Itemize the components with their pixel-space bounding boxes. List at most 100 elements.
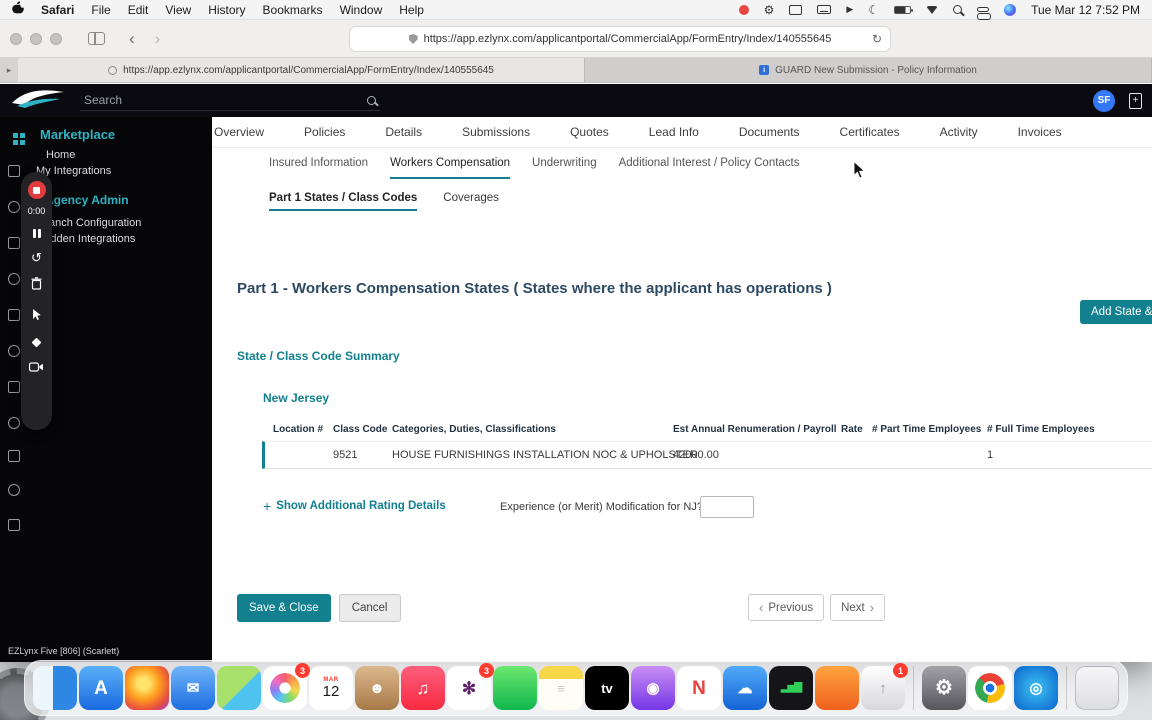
dock-app-store[interactable]: A [79, 666, 123, 710]
dock-calendar[interactable]: MAR 12 [309, 666, 353, 710]
browser-tab-active[interactable]: https://app.ezlynx.com/applicantportal/C… [18, 58, 585, 82]
dock-slack[interactable]: ✻ 3 [447, 663, 494, 710]
dock-photos[interactable]: 3 [263, 663, 310, 710]
search-icon[interactable] [367, 95, 376, 105]
menu-history[interactable]: History [208, 3, 245, 17]
browser-tab-guard[interactable]: i GUARD New Submission - Policy Informat… [585, 58, 1152, 82]
tab-overview-icon[interactable]: ▸ [0, 58, 18, 82]
menu-window[interactable]: Window [340, 3, 383, 17]
siri-icon[interactable] [1004, 3, 1017, 16]
apple-menu[interactable] [12, 1, 25, 18]
tab-additional-interest[interactable]: Additional Interest / Policy Contacts [619, 148, 800, 179]
nav-tab-documents[interactable]: Documents [739, 125, 800, 139]
search-input[interactable] [84, 93, 334, 107]
pause-recording-button[interactable] [32, 229, 41, 238]
nav-tab-quotes[interactable]: Quotes [570, 125, 609, 139]
forward-button[interactable]: › [155, 30, 161, 47]
sidebar-rail-icon[interactable] [8, 273, 20, 285]
menu-bookmarks[interactable]: Bookmarks [263, 3, 323, 17]
experience-mod-input[interactable] [700, 496, 754, 518]
delete-recording-button[interactable] [31, 277, 42, 295]
sidebar-rail-icon[interactable] [8, 381, 20, 393]
add-state-class-code-button[interactable]: Add State & C [1080, 300, 1152, 324]
nav-tab-certificates[interactable]: Certificates [840, 125, 900, 139]
camera-button[interactable] [28, 359, 44, 377]
menubar-clock[interactable]: Tue Mar 12 7:52 PM [1031, 3, 1140, 17]
nav-tab-policies[interactable]: Policies [304, 125, 345, 139]
recording-indicator-icon[interactable] [738, 4, 749, 15]
url-field[interactable]: https://app.ezlynx.com/applicantportal/C… [350, 27, 890, 51]
sidebar-item-agency-admin[interactable]: Agency Admin [45, 193, 129, 207]
tab-coverages[interactable]: Coverages [443, 192, 499, 211]
menu-file[interactable]: File [91, 3, 110, 17]
menu-view[interactable]: View [165, 3, 191, 17]
sidebar-rail-icon[interactable] [8, 309, 20, 321]
sidebar-item-branch-configuration[interactable]: Branch Configuration [38, 217, 141, 229]
wifi-icon[interactable] [926, 5, 939, 14]
nav-tab-submissions[interactable]: Submissions [462, 125, 530, 139]
sidebar-rail-icon[interactable] [8, 345, 20, 357]
dock-apple-tv[interactable]: tv [585, 666, 629, 710]
sidebar-rail-icon[interactable] [8, 165, 20, 177]
dock-safari[interactable]: ◎ [1014, 666, 1058, 710]
grid-icon[interactable] [8, 519, 20, 531]
dock-chrome[interactable] [968, 666, 1012, 710]
save-close-button[interactable]: Save & Close [237, 594, 331, 622]
dock-news[interactable]: N [677, 666, 721, 710]
dock-trash[interactable] [1075, 666, 1119, 710]
gear-status-icon[interactable]: ⚙ [764, 4, 775, 16]
sidebar-item-hidden-integrations[interactable]: Hidden Integrations [40, 233, 135, 245]
sidebar-rail-icon[interactable] [8, 417, 20, 429]
dock-mail[interactable]: ✉ [171, 666, 215, 710]
dock-books[interactable] [815, 666, 859, 710]
battery-icon[interactable] [894, 5, 914, 14]
dock-notes[interactable]: ≡ [539, 666, 583, 710]
sidebar-rail-icon[interactable] [8, 201, 20, 213]
tab-underwriting[interactable]: Underwriting [532, 148, 597, 179]
nav-tab-overview[interactable]: Overview [214, 125, 264, 139]
document-rail-icon[interactable] [8, 450, 20, 462]
sidebar-item-marketplace[interactable]: Marketplace [40, 127, 115, 142]
minimize-window-button[interactable] [30, 32, 42, 45]
close-window-button[interactable] [10, 32, 22, 45]
restart-recording-button[interactable]: ↺ [31, 251, 42, 264]
dock-music[interactable]: ♫ [401, 666, 445, 710]
sidebar-toggle-icon[interactable] [88, 32, 105, 45]
nav-tab-lead-info[interactable]: Lead Info [649, 125, 699, 139]
tab-workers-compensation[interactable]: Workers Compensation [390, 148, 511, 179]
tab-part1-states-class-codes[interactable]: Part 1 States / Class Codes [269, 192, 418, 211]
new-document-icon[interactable]: + [1129, 92, 1142, 109]
dock-contacts[interactable]: ☻ [355, 666, 399, 710]
nav-tab-invoices[interactable]: Invoices [1018, 125, 1062, 139]
nav-tab-details[interactable]: Details [385, 125, 422, 139]
focus-moon-icon[interactable]: ☾ [868, 3, 879, 17]
back-button[interactable]: ‹ [129, 30, 135, 47]
zoom-window-button[interactable] [50, 32, 62, 45]
dock-finder[interactable] [33, 666, 77, 710]
play-status-icon[interactable]: ▶ [846, 4, 853, 15]
display-status-icon[interactable] [789, 4, 803, 15]
next-button[interactable]: Next › [830, 594, 886, 621]
previous-button[interactable]: ‹ Previous [748, 594, 825, 621]
menu-safari[interactable]: Safari [41, 3, 74, 17]
dock-stocks[interactable]: ▂▅▇ [769, 666, 813, 710]
stop-recording-button[interactable] [27, 181, 46, 199]
sidebar-rail-icon[interactable] [8, 237, 20, 249]
user-avatar[interactable]: SF [1093, 89, 1115, 112]
keyboard-status-icon[interactable] [817, 5, 832, 14]
dock-maps[interactable] [217, 666, 261, 710]
dock-messages[interactable] [493, 666, 537, 710]
spotlight-search-icon[interactable] [953, 5, 963, 14]
nav-tab-activity[interactable]: Activity [940, 125, 978, 139]
tab-insured-information[interactable]: Insured Information [269, 148, 368, 179]
control-center-icon[interactable] [976, 7, 991, 20]
dock-app-updates[interactable]: ↑ 1 [861, 663, 908, 710]
dock-system-settings[interactable]: ⚙ [922, 666, 966, 710]
plug-icon[interactable] [8, 484, 20, 496]
show-additional-rating-details-link[interactable]: + Show Additional Rating Details [263, 498, 446, 514]
cursor-tool-button[interactable] [32, 308, 42, 326]
dock-weather[interactable]: ☁ [723, 666, 767, 710]
menu-edit[interactable]: Edit [128, 3, 149, 17]
sparkle-tool-icon[interactable] [31, 337, 42, 348]
dock-podcasts[interactable]: ◉ [631, 666, 675, 710]
